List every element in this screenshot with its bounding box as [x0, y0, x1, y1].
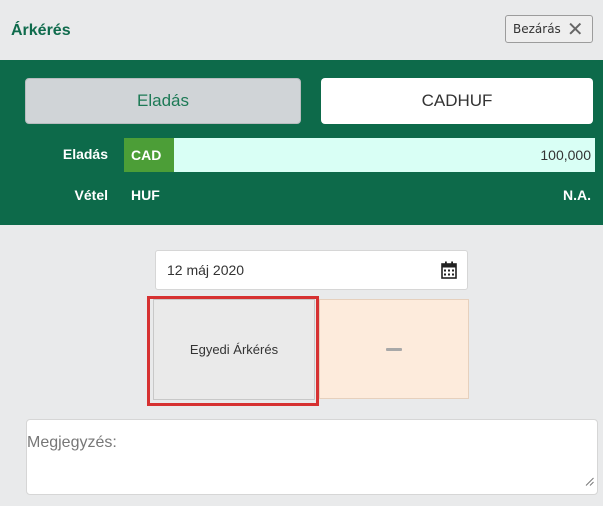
buy-label: Vétel	[74, 187, 108, 203]
note-placeholder: Megjegyzés:	[27, 434, 117, 451]
quote-price-display	[319, 299, 469, 399]
sell-label: Eladás	[62, 146, 108, 162]
buy-amount-value: N.A.	[563, 187, 591, 203]
side-toggle-sell[interactable]: Eladás	[25, 78, 301, 124]
close-icon: ✕	[566, 17, 584, 41]
dialog-header: Árkérés Bezárás ✕	[0, 0, 603, 60]
close-button[interactable]: Bezárás ✕	[505, 15, 593, 43]
value-date-picker[interactable]: 12 máj 2020	[155, 250, 468, 290]
note-textarea[interactable]: Megjegyzés:	[26, 419, 598, 495]
dialog-title: Árkérés	[11, 22, 71, 39]
sell-currency-badge: CAD	[124, 138, 174, 172]
buy-currency: HUF	[131, 187, 160, 203]
resize-handle-icon[interactable]	[585, 473, 594, 491]
sell-amount-input[interactable]: 100,000	[174, 138, 595, 172]
close-button-label: Bezárás	[513, 22, 561, 36]
calendar-icon[interactable]	[441, 261, 457, 282]
date-value: 12 máj 2020	[167, 262, 245, 278]
custom-quote-button[interactable]: Egyedi Árkérés	[153, 299, 315, 400]
currency-pair-selector[interactable]: CADHUF	[321, 78, 593, 124]
price-placeholder-dash	[386, 347, 402, 351]
